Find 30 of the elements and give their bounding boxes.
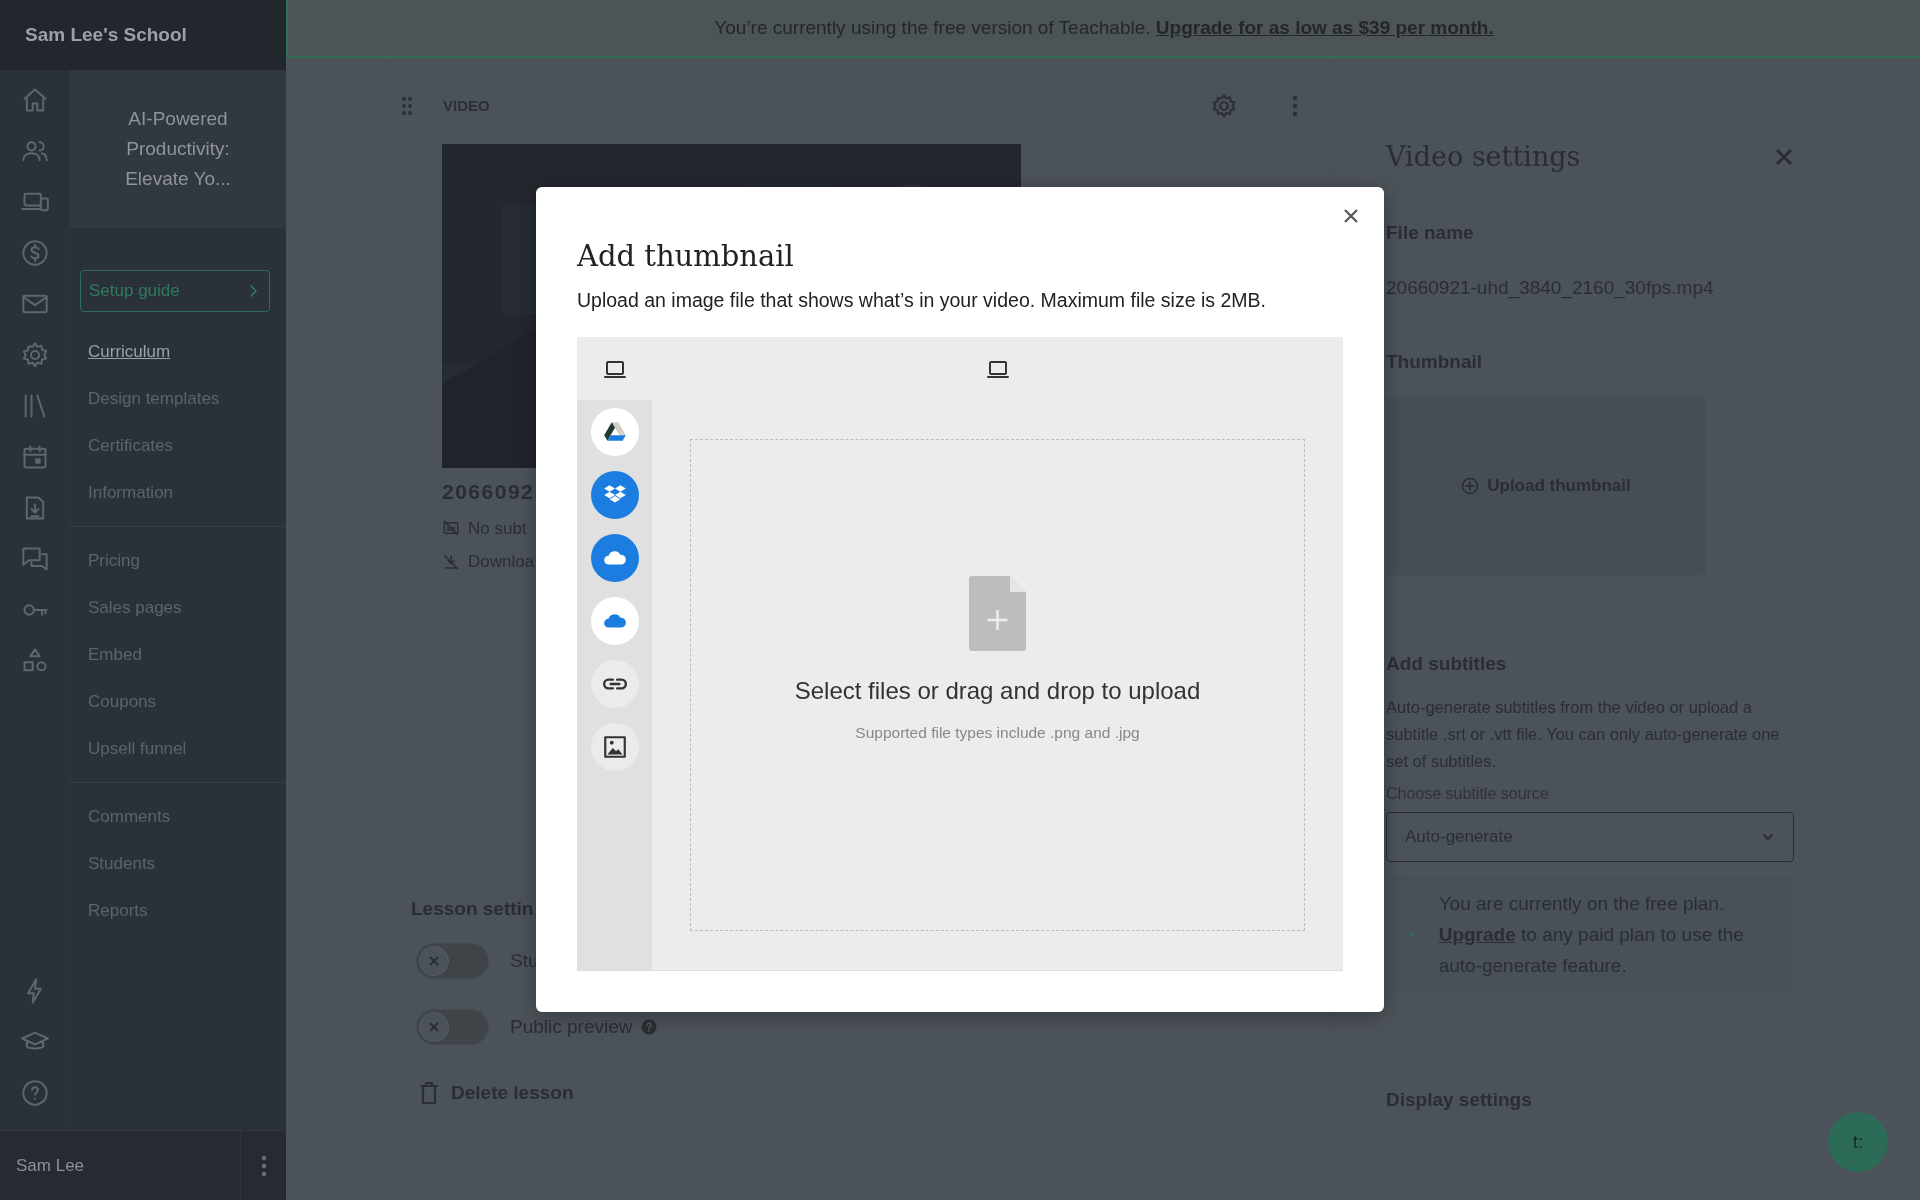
upload-prompt: Select files or drag and drop to upload [794,675,1201,706]
kebab-menu-icon[interactable] [1292,95,1298,117]
x-icon [428,1021,440,1033]
plus-circle-icon [1461,476,1480,495]
help-icon[interactable] [640,1019,657,1035]
file-plus-icon [969,575,1026,651]
upload-hint: Supported file types include .png and .jpg [855,722,1140,743]
no-subtitles-icon [442,519,460,538]
drag-handle-icon[interactable] [401,96,413,116]
toggle-switch[interactable] [416,1009,489,1045]
chat-button[interactable]: t: [1828,1112,1888,1172]
course-title: AI-Powered Productivity: Elevate Yo... [124,107,232,191]
chat-icon[interactable] [20,545,49,573]
modal-description: Upload an image file that shows what’s in your video. Maximum file size is 2MB. [577,287,1267,313]
nav-link[interactable]: Curriculum [70,328,286,375]
dollar-icon[interactable] [20,239,49,267]
settings-icon[interactable] [1211,93,1237,119]
toggle-switch[interactable] [416,943,489,979]
help-icon[interactable] [20,1079,49,1107]
drop-zone[interactable]: Select files or drag and drop to upload Supported file types include .png and .jpg [690,439,1305,931]
school-name: Sam Lee's School [25,22,187,47]
kebab-menu-icon[interactable] [259,1154,268,1177]
modal-title: Add thumbnail [577,239,795,274]
user-name: Sam Lee [15,1154,86,1177]
trash-icon [419,1081,439,1106]
settings-icon[interactable] [20,341,49,369]
download-off-icon [442,552,460,571]
image-icon [601,734,628,761]
x-icon [428,955,440,967]
setup-guide-button[interactable]: Setup guide [80,270,270,312]
